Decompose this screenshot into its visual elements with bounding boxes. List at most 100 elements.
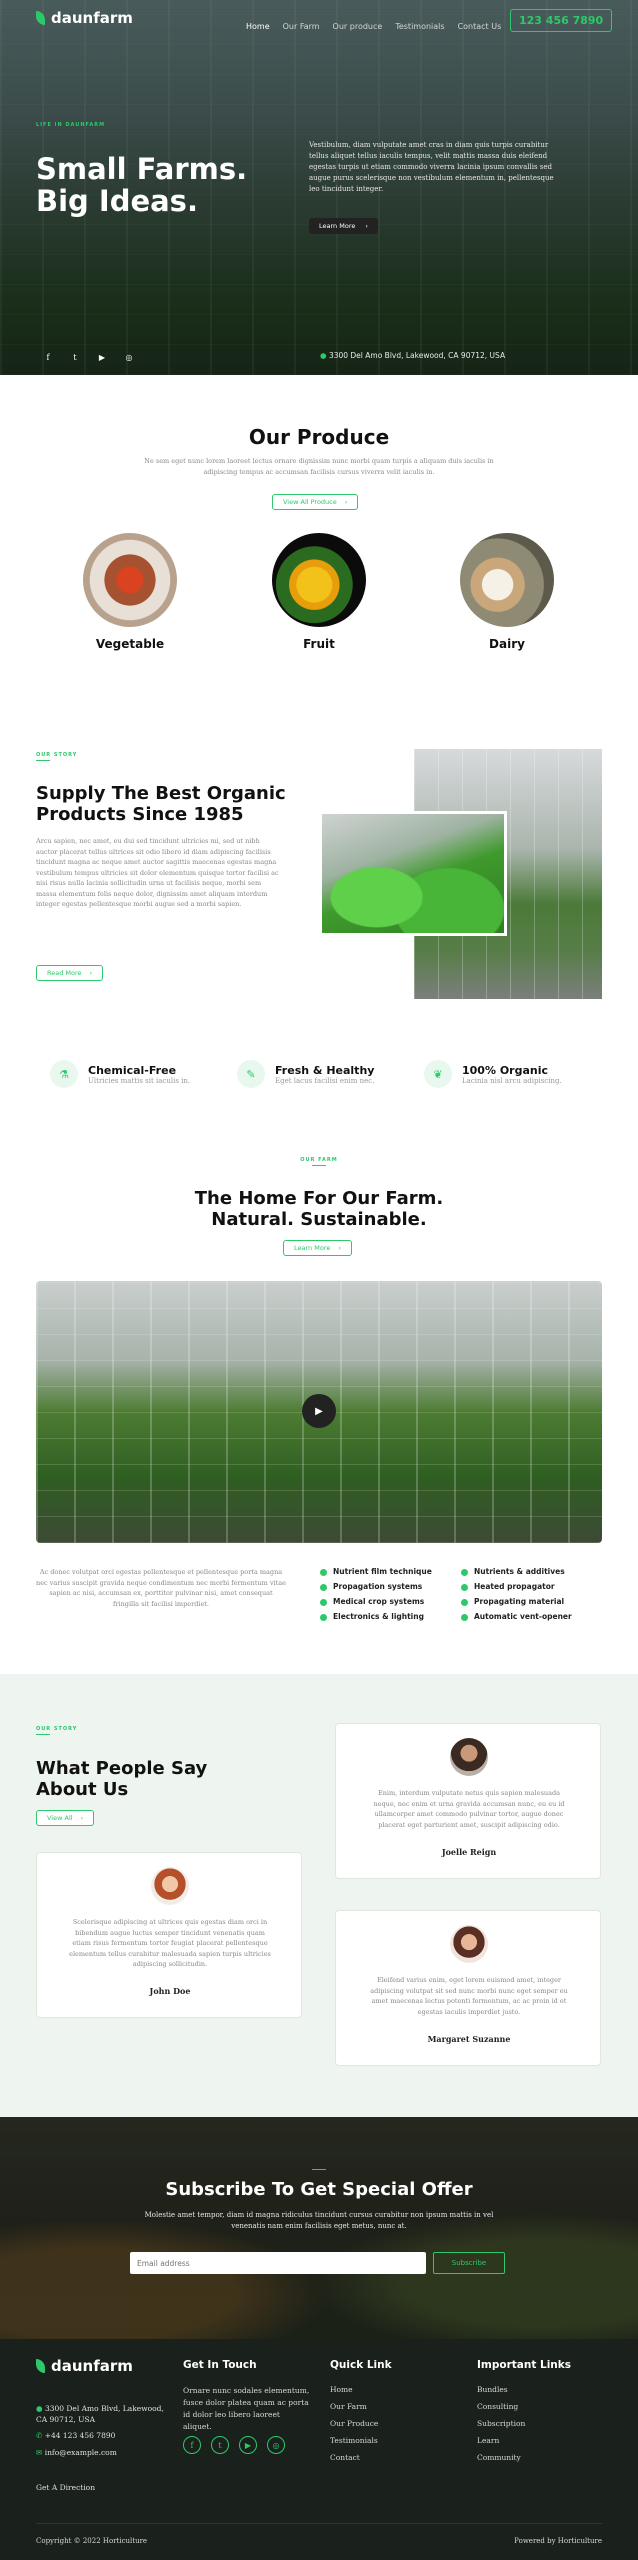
supply-title: Supply The Best Organic Products Since 1…: [36, 783, 286, 825]
phone-button[interactable]: 123 456 7890: [510, 9, 613, 32]
youtube-icon[interactable]: ▶: [239, 2436, 257, 2454]
nav-testimonials[interactable]: Testimonials: [395, 22, 444, 31]
powered-by: Powered by Horticulture: [514, 2537, 602, 2545]
avatar: [450, 1925, 488, 1963]
testimonials-title: What People Say About Us: [36, 1758, 207, 1800]
list-item: Medical crop systems: [320, 1597, 432, 1606]
get-direction-link[interactable]: Get A Direction: [36, 2483, 95, 2492]
mail-icon: ✉: [36, 2448, 43, 2457]
youtube-icon[interactable]: ▶: [94, 349, 110, 365]
list-item-label: Automatic vent-opener: [474, 1612, 572, 1621]
vegetable-image[interactable]: [83, 533, 177, 627]
instagram-icon[interactable]: ◎: [121, 349, 137, 365]
instagram-icon[interactable]: ◎: [267, 2436, 285, 2454]
farm-video[interactable]: ▶: [36, 1281, 602, 1543]
farm-title-line2: Natural. Sustainable.: [211, 1209, 427, 1230]
hero-button-label: Learn More: [319, 222, 356, 230]
hero-learn-more-button[interactable]: Learn More ›: [309, 218, 378, 234]
check-icon: [320, 1583, 327, 1591]
view-all-testimonials-button[interactable]: View All ›: [36, 1810, 95, 1826]
footer-touch-text: Ornare nunc sodales elementum, fusce dol…: [183, 2386, 310, 2431]
hero-social-icons: f t ▶ ◎: [40, 349, 137, 365]
copyright: Copyright © 2022 Horticulture: [36, 2537, 148, 2545]
footer-email[interactable]: ✉ info@example.com: [36, 2448, 117, 2457]
footer-phone[interactable]: ✆ +44 123 456 7890: [36, 2431, 115, 2440]
feature-title: Fresh & Healthy: [275, 1063, 375, 1077]
hero-address: ● 3300 Del Amo Blvd, Lakewood, CA 90712,…: [320, 351, 505, 360]
footer-link-home[interactable]: Home: [330, 2385, 378, 2394]
view-all-produce-button[interactable]: View All Produce ›: [272, 494, 359, 510]
subscribe-button[interactable]: Subscribe: [433, 2252, 505, 2274]
list-item: Heated propagator: [461, 1582, 572, 1591]
footer-link-our-farm[interactable]: Our Farm: [330, 2402, 378, 2411]
produce-label-vegetable: Vegetable: [95, 637, 165, 651]
hero-title-line2: Big Ideas.: [36, 184, 198, 218]
testimonial-text: Enim, interdum vulputate netus quis sapi…: [373, 1789, 565, 1829]
chevron-right-icon: ›: [365, 222, 368, 230]
list-item-label: Propagation systems: [333, 1582, 423, 1591]
check-icon: [320, 1613, 327, 1621]
hero-title-line1: Small Farms.: [36, 152, 248, 186]
footer-logo[interactable]: daunfarm: [36, 2357, 133, 2375]
nav-our-farm[interactable]: Our Farm: [283, 22, 320, 31]
chevron-right-icon: ›: [80, 1814, 84, 1822]
testimonial-card: Scelerisque adipiscing at ultrices quis …: [36, 1852, 302, 2018]
footer-link-our-produce[interactable]: Our Produce: [330, 2419, 378, 2428]
twitter-icon[interactable]: t: [67, 349, 83, 365]
hero-kicker: Life in daunfarm: [36, 122, 106, 128]
email-input[interactable]: [130, 2252, 426, 2274]
hero-section: daunfarm Home Our Farm Our produce Testimon…: [0, 0, 638, 375]
footer-link-subscription[interactable]: Subscription: [477, 2419, 525, 2428]
footer-link-consulting[interactable]: Consulting: [477, 2402, 525, 2411]
hero-text: Vestibulum, diam vulputate amet cras in …: [309, 141, 554, 193]
footer-touch-title: Get In Touch: [183, 2359, 257, 2371]
play-icon[interactable]: ▶: [302, 1394, 336, 1428]
facebook-icon[interactable]: f: [40, 349, 56, 365]
nav-home[interactable]: Home: [246, 22, 270, 31]
check-icon: [461, 1583, 468, 1591]
avatar: [151, 1867, 189, 1905]
read-more-button[interactable]: Read More ›: [36, 965, 104, 981]
hero-address-text: 3300 Del Amo Blvd, Lakewood, CA 90712, U…: [328, 351, 506, 360]
feature-text: Ultricies mattis sit iaculis in.: [88, 1076, 191, 1085]
feature-text: Lacinia nisl arcu adipiscing.: [462, 1076, 562, 1085]
footer-link-testimonials[interactable]: Testimonials: [330, 2436, 378, 2445]
twitter-icon[interactable]: t: [211, 2436, 229, 2454]
testimonial-card: Eleifend varius enim, eget lorem euismod…: [335, 1910, 601, 2066]
produce-label-fruit: Fruit: [303, 637, 335, 651]
subscribe-section: Subscribe To Get Special Offer Molestie …: [0, 2117, 638, 2339]
footer-important-title: Important Links: [477, 2359, 572, 2371]
footer-link-bundles[interactable]: Bundles: [477, 2385, 525, 2394]
footer-link-community[interactable]: Community: [477, 2453, 525, 2462]
list-item-label: Nutrients & additives: [474, 1567, 565, 1576]
footer-link-learn[interactable]: Learn: [477, 2436, 525, 2445]
testimonial-author: Margaret Suzanne: [427, 2034, 511, 2044]
location-pin-icon: ●: [320, 351, 327, 360]
footer-brand-name: daunfarm: [51, 2357, 133, 2375]
site-logo[interactable]: daunfarm: [36, 9, 133, 27]
nav-contact[interactable]: Contact Us: [458, 22, 502, 31]
list-item: Propagating material: [461, 1597, 572, 1606]
check-icon: [461, 1568, 468, 1576]
list-item: Automatic vent-opener: [461, 1612, 572, 1621]
footer-divider: [36, 2523, 602, 2524]
supply-title-line1: Supply The Best Organic: [36, 783, 286, 804]
kicker-underline: [312, 1165, 326, 1166]
read-more-label: Read More: [47, 969, 82, 977]
footer-email-text: info@example.com: [44, 2448, 117, 2457]
subscribe-text: Molestie amet tempor, diam id magna ridi…: [144, 2211, 494, 2230]
chevron-right-icon: ›: [89, 969, 93, 977]
feature-organic: ❦ 100% Organic Lacinia nisl arcu adipisci…: [424, 1060, 562, 1088]
fruit-image[interactable]: [272, 533, 366, 627]
facebook-icon[interactable]: f: [183, 2436, 201, 2454]
farm-learn-more-button[interactable]: Learn More ›: [283, 1240, 352, 1256]
footer-quick-links: Home Our Farm Our Produce Testimonials C…: [330, 2385, 378, 2470]
nav-our-produce[interactable]: Our produce: [333, 22, 383, 31]
view-all-label: View All: [47, 1814, 73, 1822]
check-icon: [461, 1613, 468, 1621]
leaf-icon: [36, 11, 45, 25]
footer-link-contact[interactable]: Contact: [330, 2453, 378, 2462]
testimonials-title-line2: About Us: [36, 1779, 129, 1800]
dairy-image[interactable]: [460, 533, 554, 627]
footer-important-links: Bundles Consulting Subscription Learn Co…: [477, 2385, 525, 2470]
